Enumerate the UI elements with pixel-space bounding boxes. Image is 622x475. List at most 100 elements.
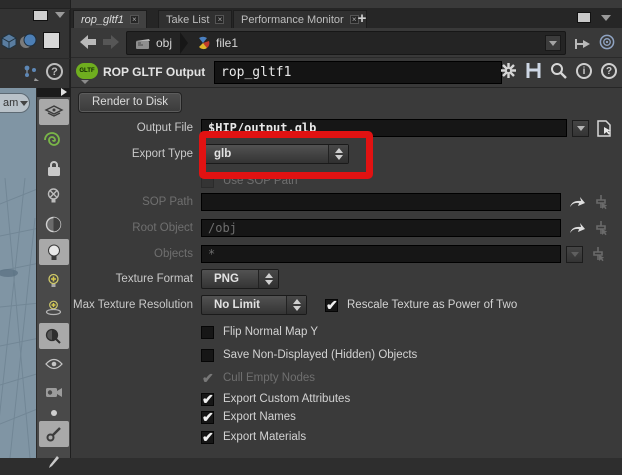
- path-segment-obj[interactable]: obj: [127, 32, 180, 54]
- spinner-arrows-icon: [328, 145, 348, 163]
- view-magnify-icon[interactable]: [39, 323, 69, 349]
- light-off-icon[interactable]: [39, 183, 69, 209]
- chevron-down-icon: [20, 101, 28, 106]
- export-materials-label: Export Materials: [223, 431, 306, 443]
- pane-maximize-button[interactable]: [33, 10, 48, 21]
- node-name-input[interactable]: rop_gltf1: [214, 61, 502, 84]
- rescale-texture-checkbox[interactable]: [325, 299, 338, 312]
- path-segment-file1[interactable]: file1: [188, 32, 246, 54]
- node-type-label: ROP GLTF Output: [103, 65, 205, 79]
- chevron-down-icon: [81, 80, 89, 84]
- gltf-node-icon: [196, 36, 211, 50]
- export-type-dropdown[interactable]: glb: [201, 144, 349, 164]
- tab-performance-monitor[interactable]: Performance Monitor ×: [233, 10, 367, 28]
- export-type-label: Export Type: [71, 148, 201, 160]
- viewport-toolbar: [36, 88, 70, 458]
- op-path-arrow-icon[interactable]: [568, 196, 585, 209]
- export-names-checkbox[interactable]: [201, 411, 214, 424]
- gltf-node-badge-icon[interactable]: GLTF: [76, 63, 98, 79]
- root-object-label: Root Object: [71, 222, 201, 234]
- node-picker-icon: [590, 246, 606, 262]
- pen-icon[interactable]: [39, 449, 69, 475]
- export-names-label: Export Names: [223, 411, 296, 423]
- parameters-pane: rop_gltf1 × Take List × Performance Moni…: [70, 0, 622, 458]
- close-tab-icon[interactable]: ×: [215, 15, 224, 24]
- forward-arrow-icon: [102, 34, 120, 50]
- dot-icon: [39, 407, 69, 419]
- pane-menu-arrow-icon[interactable]: [55, 12, 65, 18]
- visibility-eye-icon[interactable]: [39, 351, 69, 377]
- tab-rop-gltf1[interactable]: rop_gltf1 ×: [73, 10, 147, 28]
- light-bulb-icon[interactable]: [39, 239, 69, 265]
- help-icon[interactable]: ?: [601, 63, 617, 79]
- view-layers-icon[interactable]: [39, 99, 69, 125]
- pane-menu-arrow-icon[interactable]: [601, 15, 611, 21]
- display-option-button[interactable]: [43, 32, 60, 49]
- flip-normal-map-label: Flip Normal Map Y: [223, 326, 318, 338]
- obj-network-icon: [135, 37, 151, 50]
- chevron-down-icon: [571, 252, 579, 257]
- gear-icon[interactable]: [500, 62, 517, 79]
- op-path-arrow-icon[interactable]: [568, 222, 585, 235]
- info-icon[interactable]: i: [576, 63, 592, 79]
- back-arrow-icon[interactable]: [79, 34, 97, 50]
- scene-view-toolbar: ?: [0, 10, 70, 88]
- export-custom-attributes-checkbox[interactable]: [201, 393, 214, 406]
- spinner-arrows-icon: [286, 296, 306, 314]
- sop-path-input[interactable]: [201, 193, 561, 211]
- camera-icon[interactable]: [39, 379, 69, 405]
- sphere-icon[interactable]: [39, 211, 69, 237]
- light-ground-icon[interactable]: [39, 295, 69, 321]
- save-hidden-objects-label: Save Non-Displayed (Hidden) Objects: [223, 349, 417, 361]
- box-display-icon[interactable]: [0, 32, 18, 50]
- render-to-disk-button[interactable]: Render to Disk: [79, 93, 181, 112]
- cull-empty-nodes-label: Cull Empty Nodes: [223, 372, 315, 384]
- houdini-window: Light Camera ? am: [0, 0, 622, 458]
- viewport-grid: [0, 88, 36, 458]
- objects-label: Objects: [71, 248, 201, 260]
- export-custom-attributes-label: Export Custom Attributes: [223, 393, 350, 405]
- houdini-h-icon[interactable]: [526, 62, 541, 79]
- camera-select-button[interactable]: am: [0, 93, 30, 113]
- wrench-icon[interactable]: [39, 421, 69, 447]
- chevron-down-icon: [549, 41, 557, 46]
- save-hidden-objects-checkbox[interactable]: [201, 349, 214, 362]
- link-target-icon[interactable]: [598, 34, 616, 50]
- node-picker-icon: [593, 194, 609, 210]
- viewport-3d[interactable]: am: [0, 88, 36, 458]
- new-tab-button[interactable]: +: [351, 10, 373, 28]
- pane-maximize-button[interactable]: [577, 12, 591, 23]
- export-materials-checkbox[interactable]: [201, 431, 214, 444]
- path-bar: obj file1: [71, 28, 622, 58]
- breadcrumb-separator: [180, 32, 188, 54]
- flip-normal-map-checkbox[interactable]: [201, 326, 214, 339]
- shaded-display-icon[interactable]: [19, 32, 37, 50]
- texture-format-label: Texture Format: [71, 273, 201, 285]
- output-file-label: Output File: [71, 122, 201, 134]
- output-file-input[interactable]: $HIP/output.glb: [201, 119, 567, 137]
- sop-path-label: SOP Path: [71, 196, 201, 208]
- light-add-icon[interactable]: [39, 267, 69, 293]
- max-texture-resolution-dropdown[interactable]: No Limit: [201, 295, 307, 315]
- divider: [0, 58, 70, 59]
- path-history-dropdown[interactable]: [545, 35, 561, 51]
- lock-icon[interactable]: [39, 155, 69, 181]
- close-tab-icon[interactable]: ×: [130, 15, 139, 24]
- root-object-input[interactable]: /obj: [201, 219, 561, 237]
- search-icon[interactable]: [550, 62, 567, 79]
- objects-input[interactable]: *: [201, 245, 561, 263]
- chevron-down-icon: [577, 126, 585, 131]
- rescale-texture-label: Rescale Texture as Power of Two: [347, 299, 517, 311]
- use-sop-path-checkbox: [201, 175, 214, 188]
- select-spiral-icon[interactable]: [39, 127, 69, 153]
- output-file-menu-button[interactable]: [572, 120, 589, 137]
- pin-icon[interactable]: [574, 36, 592, 52]
- node-header: GLTF ROP GLTF Output rop_gltf1 i ?: [71, 58, 622, 88]
- help-circle-icon[interactable]: ?: [46, 63, 63, 80]
- network-hierarchy-icon[interactable]: [22, 64, 40, 82]
- file-chooser-icon[interactable]: [596, 120, 612, 137]
- tab-take-list[interactable]: Take List ×: [158, 10, 232, 28]
- toolbar-scroll-button[interactable]: [37, 88, 70, 97]
- texture-format-dropdown[interactable]: PNG: [201, 269, 279, 289]
- path-field[interactable]: obj file1: [126, 31, 566, 55]
